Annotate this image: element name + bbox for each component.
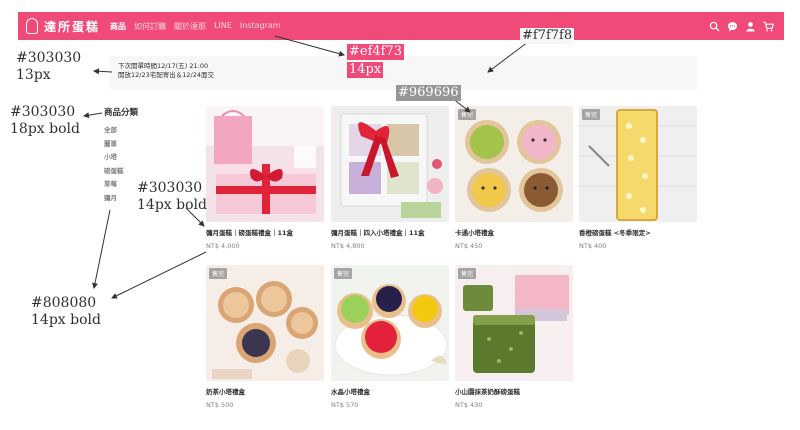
annotation-badge-color: #969696 [396, 85, 461, 101]
sidebar-item-tarts[interactable]: 小塔 [104, 151, 138, 165]
search-icon[interactable] [709, 21, 720, 32]
product-card[interactable]: 售完 卡通小塔禮盒 NT$ 450 [455, 106, 573, 250]
annotation-sidebar-title: #303030 18px bold [10, 104, 80, 137]
product-price: NT$ 400 [579, 242, 607, 250]
sidebar-item-single[interactable]: 蘭單 [104, 138, 138, 152]
annotation-notice-bg: #f7f7f8 [520, 28, 575, 44]
product-card[interactable]: 彌月蛋糕｜四入小塔禮盒｜11盒 NT$ 4,800 [331, 106, 449, 250]
product-card[interactable]: 售完 小山園抹茶奶酥磅蛋糕 NT$ 430 [455, 265, 573, 409]
sidebar-title: 商品分類 [104, 108, 139, 118]
sold-out-badge: 售完 [458, 109, 477, 120]
product-price: NT$ 4,000 [206, 242, 240, 250]
nav-link-line[interactable]: LINE [214, 21, 232, 32]
product-card[interactable]: 彌月蛋糕｜磅蛋糕禮盒｜11盒 NT$ 4,000 [206, 106, 324, 250]
product-image[interactable]: 售完 [579, 106, 697, 222]
sidebar-item-full-month[interactable]: 彌月 [104, 192, 138, 206]
product-image[interactable]: 售完 [455, 265, 573, 381]
product-price: NT$ 4,800 [331, 242, 365, 250]
product-price: NT$ 570 [331, 401, 359, 409]
user-icon[interactable] [745, 21, 756, 32]
logo[interactable]: 達所蛋糕 [26, 18, 100, 35]
annotation-product-name: #303030 14px bold [137, 180, 207, 213]
product-image[interactable]: 售完 [206, 265, 324, 381]
arrow-sidebar-title [83, 112, 103, 119]
product-card[interactable]: 售完 香橙磅蛋糕 <冬季限定> NT$ 400 [579, 106, 697, 250]
sold-out-badge: 售完 [334, 268, 353, 279]
product-name[interactable]: 香橙磅蛋糕 <冬季限定> [579, 227, 697, 237]
product-price: NT$ 430 [455, 401, 483, 409]
product-price: NT$ 450 [455, 242, 483, 250]
product-name[interactable]: 小山園抹茶奶酥磅蛋糕 [455, 386, 573, 396]
sold-out-badge: 售完 [582, 109, 601, 120]
product-name[interactable]: 彌月蛋糕｜四入小塔禮盒｜11盒 [331, 227, 449, 237]
product-card[interactable]: 售完 水晶小塔禮盒 NT$ 570 [331, 265, 449, 409]
arrow-product-price [111, 251, 207, 299]
annotation-nav-link-color: #ef4f73 [347, 44, 405, 60]
nav-link-instagram[interactable]: Instagram [240, 21, 281, 32]
logo-text: 達所蛋糕 [44, 19, 101, 34]
nav-link-how-to-order[interactable]: 如何訂購 [134, 21, 166, 32]
product-price: NT$ 500 [206, 401, 234, 409]
product-name[interactable]: 彌月蛋糕｜磅蛋糕禮盒｜11盒 [206, 227, 324, 237]
sold-out-badge: 售完 [209, 268, 228, 279]
chat-icon[interactable] [727, 21, 738, 32]
nav-icons [702, 21, 774, 32]
product-image[interactable] [331, 106, 449, 222]
category-sidebar: 商品分類 全部 蘭單 小塔 磅蛋糕 草莓 彌月 [104, 106, 138, 205]
annotation-notice: #303030 13px [16, 50, 82, 83]
notice-line-2: 開放12/23宅配寄出＆12/24面交 [118, 71, 214, 79]
annotation-nav-link-size: 14px [347, 62, 384, 78]
product-image[interactable] [206, 106, 324, 222]
product-image[interactable]: 售完 [455, 106, 573, 222]
nav-link-products[interactable]: 商品 [110, 21, 126, 32]
sold-out-badge: 售完 [458, 268, 477, 279]
product-card[interactable]: 售完 奶茶小塔禮盒 NT$ 500 [206, 265, 324, 409]
product-name[interactable]: 卡通小塔禮盒 [455, 227, 573, 237]
sidebar-item-pound-cake[interactable]: 磅蛋糕 [104, 165, 138, 179]
arrow-sidebar-items [92, 209, 111, 289]
cart-icon[interactable] [763, 21, 774, 32]
logo-icon [26, 18, 38, 34]
annotation-sidebar-items: #808080 14px bold [31, 295, 101, 328]
sidebar-item-all[interactable]: 全部 [104, 124, 138, 138]
product-name[interactable]: 水晶小塔禮盒 [331, 386, 449, 396]
notice-line-1: 下次開單時間12/17(五) 21:00 [118, 62, 209, 70]
top-nav-bar: 達所蛋糕 商品 如何訂購 關於達那 LINE Instagram [18, 12, 784, 40]
sidebar-item-strawberry[interactable]: 草莓 [104, 178, 138, 192]
product-name[interactable]: 奶茶小塔禮盒 [206, 386, 324, 396]
nav-links: 商品 如何訂購 關於達那 LINE Instagram [110, 21, 289, 32]
nav-link-about[interactable]: 關於達那 [174, 21, 206, 32]
product-image[interactable]: 售完 [331, 265, 449, 381]
